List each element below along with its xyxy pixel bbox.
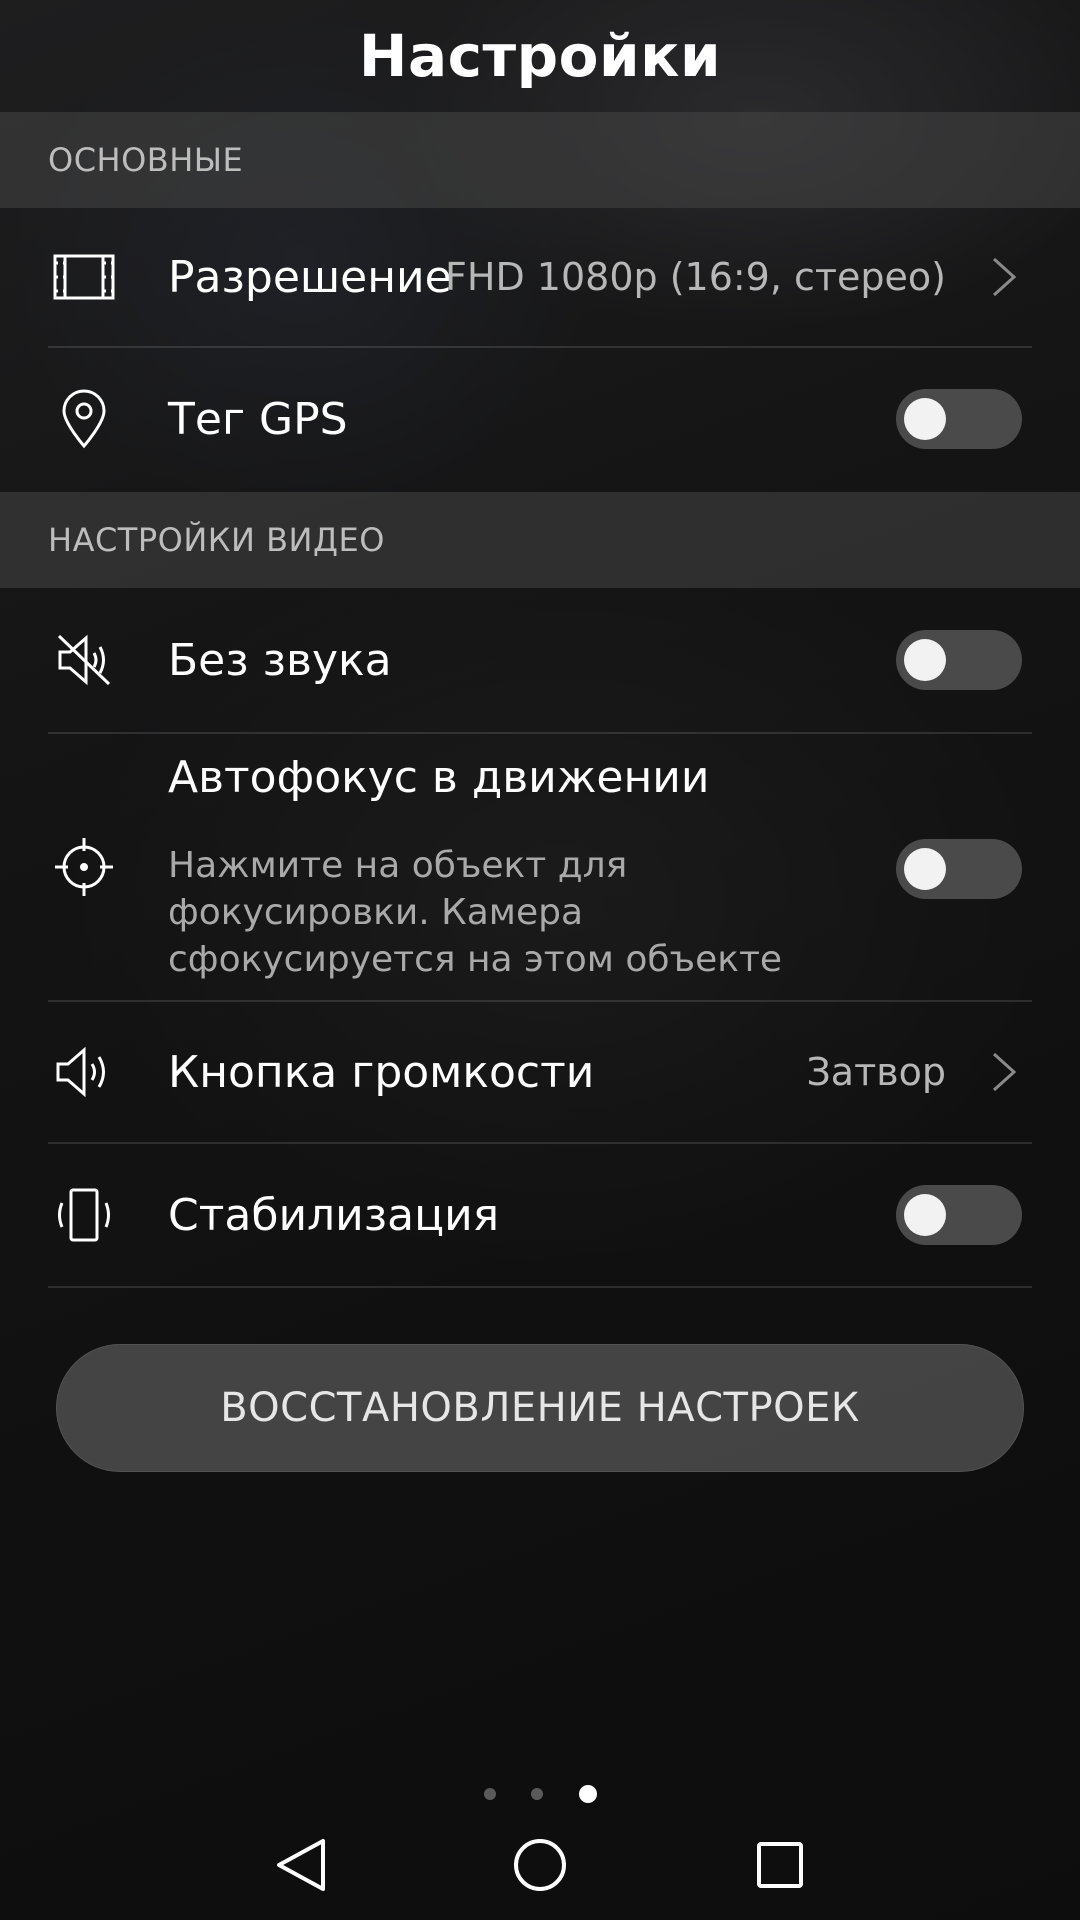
recents-square-icon[interactable]: [747, 1832, 813, 1898]
gps-label: Тег GPS: [168, 393, 348, 445]
autofocus-label: Автофокус в движении: [168, 752, 710, 803]
section-header-general: ОСНОВНЫЕ: [0, 112, 1080, 208]
page-dot-active[interactable]: [579, 1785, 597, 1803]
speaker-muted-icon: [50, 626, 118, 694]
autofocus-toggle[interactable]: [896, 839, 1022, 899]
volume-key-row[interactable]: Кнопка громкости Затвор: [0, 1002, 1080, 1142]
page-dot[interactable]: [484, 1788, 496, 1800]
mute-label: Без звука: [168, 634, 392, 686]
autofocus-description: Нажмите на объект для фокусировки. Камер…: [168, 845, 783, 980]
chevron-right-icon: [992, 257, 1017, 297]
stabilization-label: Стабилизация: [168, 1189, 500, 1241]
resolution-label: Разрешение: [168, 251, 452, 303]
toggle-knob: [904, 398, 946, 440]
gps-toggle[interactable]: [896, 389, 1022, 449]
stabilization-row[interactable]: Стабилизация: [0, 1144, 1080, 1286]
mute-toggle[interactable]: [896, 630, 1022, 690]
chevron-right-icon: [992, 1052, 1017, 1092]
crosshair-icon: [50, 833, 118, 901]
toggle-knob: [904, 639, 946, 681]
page-title: Настройки: [358, 22, 722, 90]
back-triangle-icon[interactable]: [268, 1832, 334, 1898]
camera-settings-screen: Настройки ОСНОВНЫЕ Разрешение FHD 1080p …: [0, 0, 1080, 1920]
home-circle-icon[interactable]: [507, 1832, 573, 1898]
navigation-bar: [0, 1810, 1080, 1920]
volume-key-value: Затвор: [806, 1050, 946, 1094]
resolution-row[interactable]: Разрешение FHD 1080p (16:9, стерео): [0, 208, 1080, 346]
film-frame-icon: [50, 243, 118, 311]
page-dot[interactable]: [531, 1788, 543, 1800]
gps-row[interactable]: Тег GPS: [0, 348, 1080, 490]
stabilization-toggle[interactable]: [896, 1185, 1022, 1245]
mute-row[interactable]: Без звука: [0, 588, 1080, 732]
phone-vibrate-icon: [50, 1181, 118, 1249]
location-pin-icon: [50, 385, 118, 453]
speaker-icon: [50, 1038, 118, 1106]
section-header-video: НАСТРОЙКИ ВИДЕО: [0, 492, 1080, 588]
divider: [48, 1286, 1032, 1288]
toggle-knob: [904, 848, 946, 890]
page-indicator: [0, 1782, 1080, 1806]
volume-key-label: Кнопка громкости: [168, 1046, 595, 1098]
reset-settings-button[interactable]: ВОССТАНОВЛЕНИЕ НАСТРОЕК: [56, 1344, 1024, 1472]
resolution-value: FHD 1080p (16:9, стерео): [445, 255, 946, 299]
toggle-knob: [904, 1194, 946, 1236]
